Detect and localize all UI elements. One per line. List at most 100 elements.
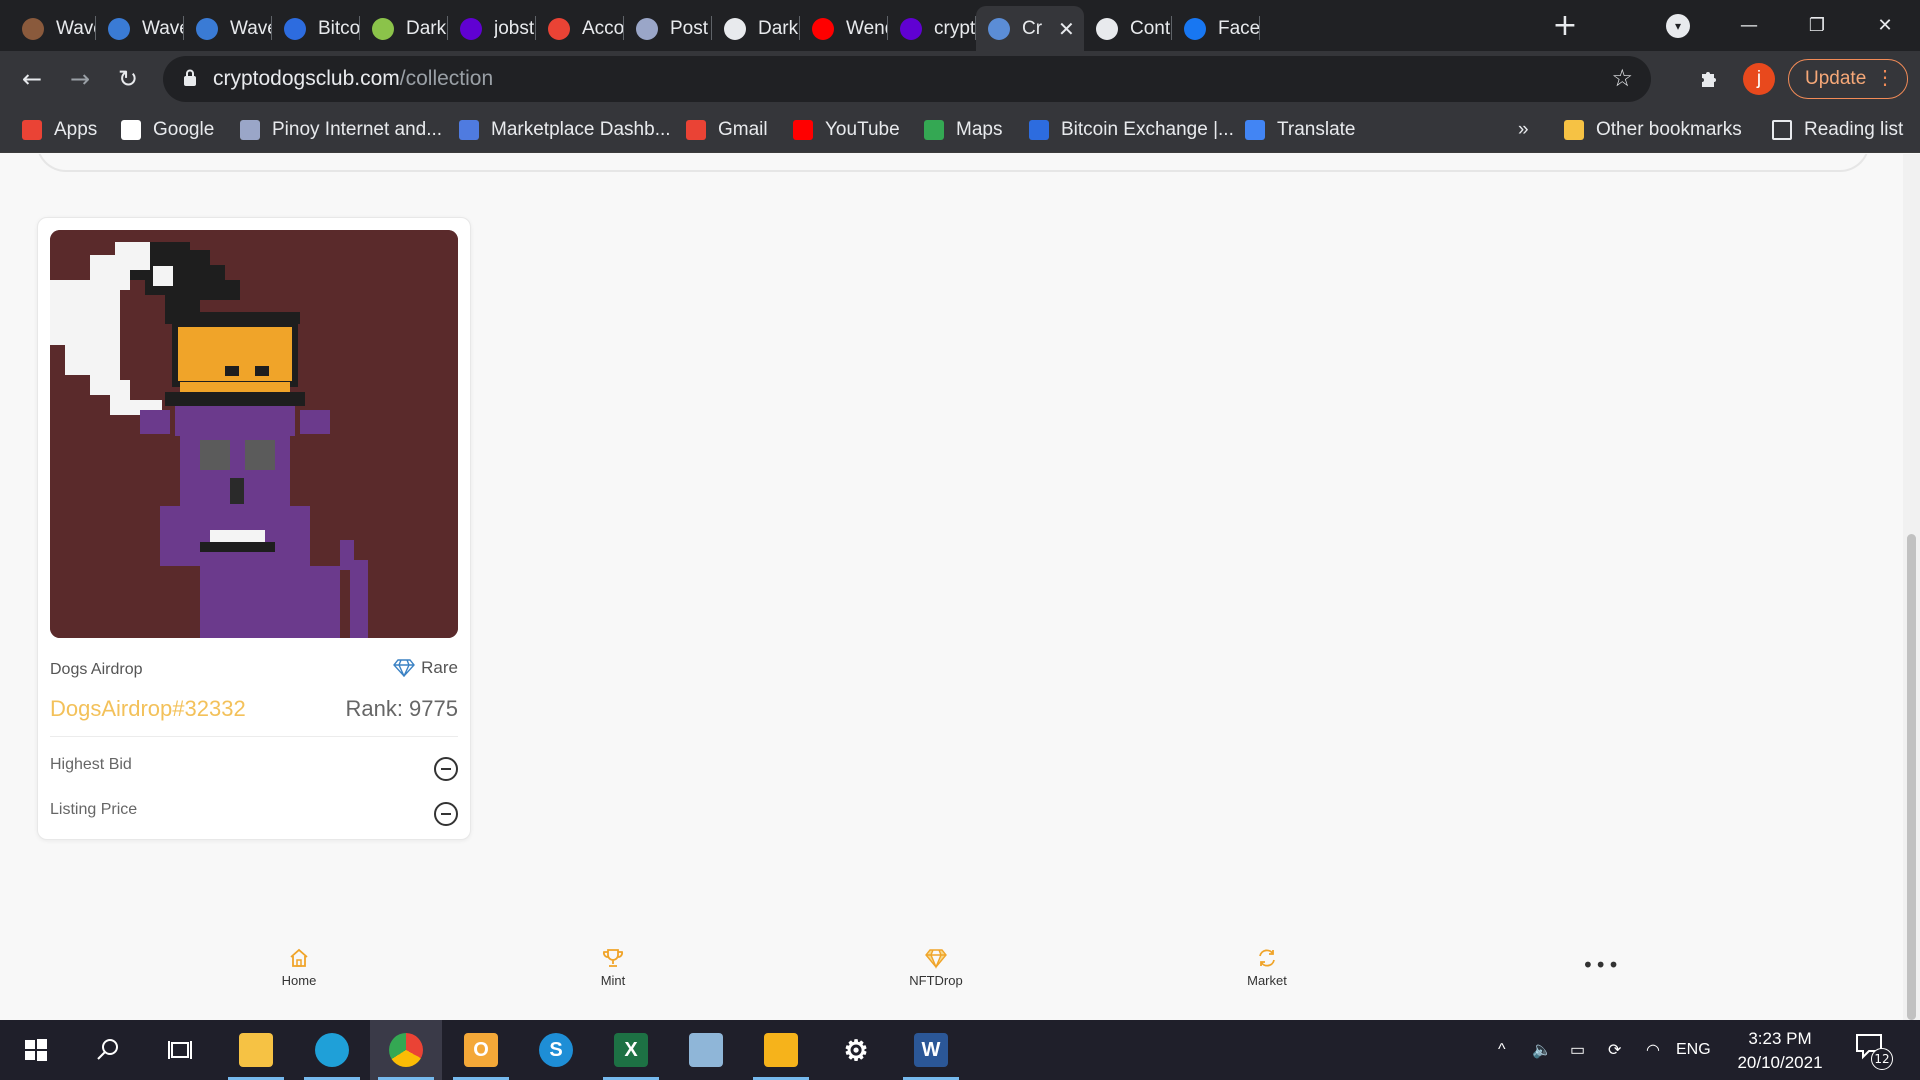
window-close-icon[interactable]: ✕ (1860, 0, 1910, 51)
gmail-icon (686, 120, 706, 140)
page-content: Dogs Airdrop Rare DogsAirdrop#32332 Rank… (0, 154, 1903, 1020)
browser-tab[interactable]: Waves (184, 6, 272, 51)
bookmark-label: Pinoy Internet and... (272, 119, 443, 140)
bookmark-item[interactable]: Gmail (686, 116, 768, 144)
nft-name[interactable]: DogsAirdrop#32332 (50, 696, 246, 722)
show-hidden-icons[interactable]: ^ (1498, 1020, 1506, 1080)
notepad-app[interactable] (670, 1020, 742, 1080)
nav-market[interactable]: Market (1207, 947, 1327, 988)
maps-pin-icon (924, 120, 944, 140)
nft-image[interactable] (50, 230, 458, 638)
rarity-badge: Rare (393, 658, 458, 678)
tab-title: Cr (1022, 17, 1043, 39)
outlook-app[interactable]: O (445, 1020, 517, 1080)
browser-tab[interactable]: Cr ✕ (976, 6, 1084, 51)
bookmark-label: Bitcoin Exchange |... (1061, 119, 1234, 140)
edge-app[interactable] (296, 1020, 368, 1080)
bookmark-item[interactable]: Pinoy Internet and... (240, 116, 442, 144)
collection-name[interactable]: Dogs Airdrop (50, 661, 143, 679)
bookmarks-bar: Apps Google Pinoy Internet and... Marketpla… (0, 107, 1920, 153)
word-app[interactable]: W (895, 1020, 967, 1080)
tab-title: Dark I (406, 17, 448, 39)
minus-circle-icon (434, 802, 458, 826)
translate-icon (1245, 120, 1265, 140)
yahoo-icon (460, 17, 482, 40)
highest-bid-label: Highest Bid (50, 756, 132, 773)
bookmark-item[interactable]: Maps (924, 116, 1002, 144)
tab-title: DarkB (758, 17, 800, 39)
nav-mint[interactable]: Mint (553, 947, 673, 988)
new-tab-button[interactable]: + (1548, 8, 1582, 43)
notepad-icon (689, 1033, 723, 1067)
task-view-button[interactable] (144, 1020, 216, 1080)
bookmark-item[interactable]: Marketplace Dashb... (459, 116, 671, 144)
browser-tab[interactable]: Bitcoin (272, 6, 360, 51)
settings-app[interactable]: ⚙ (820, 1020, 892, 1080)
bitcoin-exchange-icon (284, 17, 306, 40)
browser-tab[interactable]: DarkB (712, 6, 800, 51)
chrome-icon (389, 1033, 423, 1067)
page-scrollbar[interactable] (1903, 154, 1920, 1020)
scrollbar-thumb[interactable] (1907, 534, 1916, 1020)
nav-nftdrop[interactable]: NFTDrop (876, 947, 996, 988)
tab-title: Contr (1130, 17, 1172, 39)
start-button[interactable] (0, 1020, 72, 1080)
browser-tab[interactable]: Waves (10, 6, 96, 51)
bookmark-item[interactable]: Bitcoin Exchange |... (1029, 116, 1234, 144)
more-menu-icon[interactable]: ••• (1582, 953, 1620, 977)
bookmark-item[interactable]: YouTube (793, 116, 900, 144)
bookmark-star-icon[interactable]: ☆ (1611, 64, 1633, 92)
darkb-chart-icon (724, 17, 746, 40)
update-button[interactable]: Update ⋮ (1788, 59, 1908, 99)
browser-tab[interactable]: Post t (624, 6, 712, 51)
tab-search-icon[interactable]: ▾ (1666, 14, 1690, 38)
nft-rank: Rank: 9775 (345, 696, 458, 721)
system-clock[interactable]: 3:23 PM 20/10/2021 (1720, 1027, 1840, 1075)
sticky-notes-app[interactable] (745, 1020, 817, 1080)
profile-avatar[interactable]: j (1743, 63, 1775, 95)
waves-globe-icon (196, 17, 218, 40)
excel-app[interactable]: X (595, 1020, 667, 1080)
action-center-button[interactable]: 12 (1855, 1032, 1893, 1070)
bookmark-item[interactable]: Translate (1245, 116, 1356, 144)
browser-tab[interactable]: jobstr (448, 6, 536, 51)
search-button[interactable] (72, 1020, 144, 1080)
volume-icon[interactable]: 🔈 (1532, 1020, 1552, 1080)
address-bar[interactable]: cryptodogsclub.com/collection ☆ (163, 56, 1651, 102)
browser-tab[interactable]: Dark I (360, 6, 448, 51)
skype-app[interactable]: S (520, 1020, 592, 1080)
reading-list[interactable]: Reading list (1772, 116, 1903, 144)
bookmark-item[interactable]: Google (121, 116, 214, 144)
other-bookmarks[interactable]: Other bookmarks (1564, 116, 1742, 144)
battery-icon[interactable]: ▭ (1570, 1020, 1585, 1080)
restore-icon[interactable]: ❐ (1792, 0, 1842, 51)
language-indicator[interactable]: ENG (1676, 1020, 1711, 1080)
chrome-menu-icon[interactable]: ⋮ (1875, 65, 1895, 90)
tab-close-icon[interactable]: ✕ (1058, 17, 1075, 41)
facebook-icon (1184, 17, 1206, 40)
browser-tab[interactable]: crypto (888, 6, 976, 51)
diamond-icon (925, 949, 947, 969)
sync-icon[interactable]: ⟳ (1608, 1020, 1621, 1080)
diamond-icon (393, 659, 416, 677)
bookmark-item[interactable]: Apps (22, 116, 97, 144)
extensions-puzzle-icon[interactable] (1692, 61, 1728, 97)
reload-icon[interactable]: ↻ (110, 61, 146, 97)
word-icon: W (914, 1033, 948, 1067)
folder-icon (1564, 120, 1584, 140)
minimize-icon[interactable]: — (1724, 0, 1774, 51)
forward-icon[interactable]: → (62, 61, 98, 97)
browser-tab[interactable]: Accou (536, 6, 624, 51)
wifi-icon[interactable]: ◠ (1646, 1020, 1660, 1080)
back-icon[interactable]: ← (14, 61, 50, 97)
nav-home[interactable]: Home (239, 947, 359, 988)
bookmarks-overflow-button[interactable]: » (1518, 116, 1529, 144)
browser-tab[interactable]: Faceb (1172, 6, 1260, 51)
nft-card[interactable]: Dogs Airdrop Rare DogsAirdrop#32332 Rank… (37, 217, 471, 840)
browser-tab[interactable]: Contr (1084, 6, 1172, 51)
file-explorer-app[interactable] (220, 1020, 292, 1080)
browser-tab[interactable]: Waves (96, 6, 184, 51)
chrome-app[interactable] (370, 1020, 442, 1080)
browser-tab[interactable]: Wend (800, 6, 888, 51)
pixel-dog-artwork (50, 230, 458, 638)
